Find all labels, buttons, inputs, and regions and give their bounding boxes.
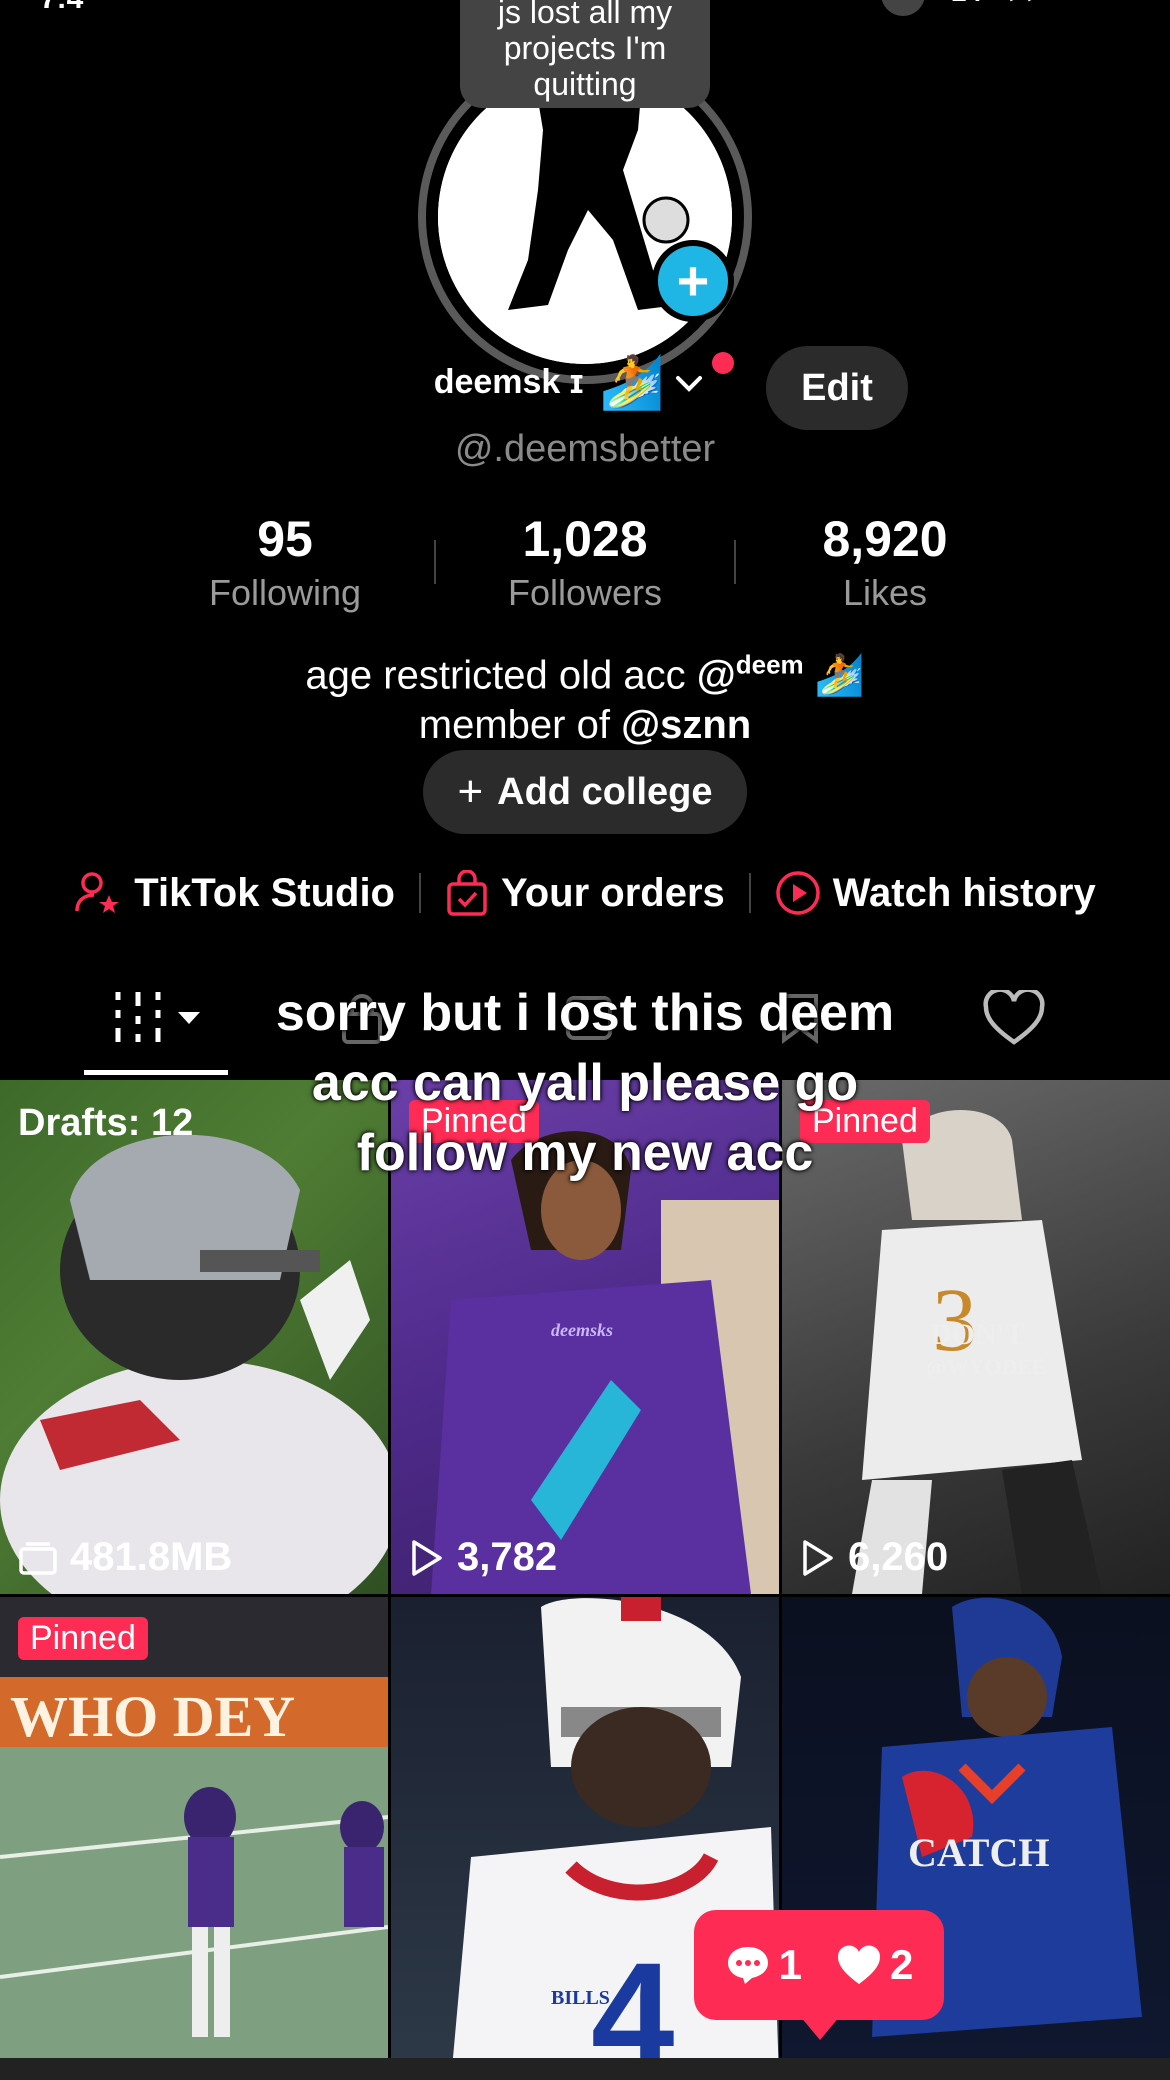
stat-label: Following	[208, 572, 362, 613]
bio-line-1: age restricted old acc @deem 🏄	[0, 640, 1170, 700]
caption-line: follow my new acc	[356, 1124, 814, 1182]
likes-count: 2	[836, 1941, 913, 1989]
stat-likes[interactable]: 8,920 Likes	[735, 510, 1035, 614]
video-tile[interactable]: WHO DEY Pinned	[0, 1597, 388, 2080]
watch-history-link[interactable]: Watch history	[775, 870, 1096, 916]
status-right: 14	[880, 0, 1130, 30]
bio-line-2: member of @sznn	[0, 700, 1170, 750]
views-value: 3,782	[457, 1535, 558, 1579]
divider	[748, 873, 751, 913]
pinned-badge: Pinned	[18, 1617, 148, 1660]
your-orders-link[interactable]: Your orders	[445, 870, 725, 916]
status-count: 14	[951, 0, 982, 8]
tiktok-studio-link[interactable]: TikTok Studio	[74, 871, 395, 916]
add-college-button[interactable]: + Add college	[423, 750, 747, 834]
edit-profile-button[interactable]: Edit	[766, 346, 908, 430]
stat-following[interactable]: 95 Following	[135, 510, 435, 614]
comments-value: 1	[778, 1941, 802, 1988]
profile-bio: age restricted old acc @deem 🏄 member of…	[0, 640, 1170, 750]
overlay-text-line: DON'T	[930, 1318, 1026, 1351]
stat-value: 95	[257, 511, 313, 567]
stat-label: Likes	[842, 572, 928, 613]
draft-size: 481.8MB	[18, 1535, 232, 1580]
overlay-text-line: CATCH	[908, 1830, 1050, 1875]
stat-value: 8,920	[822, 511, 948, 567]
add-story-button[interactable]: +	[652, 240, 734, 322]
play-circle-icon	[776, 871, 820, 915]
bubble-tail	[800, 2016, 840, 2040]
link-label: Your orders	[501, 870, 725, 915]
profile-handle: @.deemsbetter	[454, 428, 716, 470]
divider	[419, 873, 421, 913]
activity-bubble[interactable]: 1 2	[694, 1910, 944, 2020]
size-value: 481.8MB	[70, 1535, 233, 1579]
link-label: Watch history	[832, 870, 1096, 915]
play-icon	[803, 1539, 833, 1576]
view-count: 3,782	[409, 1535, 557, 1580]
jersey-text: BILLS	[551, 1987, 610, 2009]
status-avatar[interactable]	[880, 0, 925, 16]
person-star-icon	[75, 872, 120, 913]
username-row: deemsk ɪ 🏄	[0, 352, 1170, 413]
folder-icon	[19, 1541, 57, 1575]
add-college-label: Add college	[497, 770, 713, 813]
notification-dot	[712, 352, 734, 374]
username[interactable]: deemsk ɪ	[434, 363, 584, 402]
profile-note[interactable]: js lost all my projects I'm quitting	[460, 0, 710, 108]
bio-mention[interactable]: @sznn	[621, 703, 751, 747]
stat-label: Followers	[507, 572, 663, 613]
stat-value: 1,028	[522, 511, 648, 567]
views-value: 6,260	[848, 1535, 949, 1579]
bio-mention[interactable]: @deem	[696, 650, 804, 698]
view-count: 6,260	[800, 1535, 948, 1580]
comments-count: 1	[725, 1941, 802, 1989]
chevron-down-icon[interactable]	[672, 366, 706, 400]
bio-text: age restricted old acc	[305, 653, 697, 698]
thumbnail: WHO DEY	[0, 1597, 388, 2080]
profile-stats: 95 Following 1,028 Followers 8,920 Likes	[0, 510, 1170, 614]
banner-text: WHO DEY	[10, 1684, 296, 1749]
overlay-text-line: @WYODEE	[926, 1354, 1047, 1379]
link-label: TikTok Studio	[134, 870, 395, 915]
bottom-nav-bar[interactable]	[0, 2058, 1170, 2080]
caption-line: sorry but i lost this deem	[275, 984, 895, 1042]
overlay-caption: sorry but i lost this deem acc can yall …	[0, 978, 1170, 1188]
watermark: deemsks	[551, 1320, 613, 1340]
bio-text: member of	[418, 703, 622, 748]
surfer-emoji: 🏄	[599, 354, 665, 412]
comment-icon	[727, 1947, 768, 1984]
stat-followers[interactable]: 1,028 Followers	[434, 510, 736, 614]
play-icon	[412, 1539, 442, 1576]
quick-links: TikTok Studio Your orders Watch history	[0, 870, 1170, 916]
shopping-bag-icon	[447, 870, 487, 916]
bio-emoji: 🏄	[803, 653, 865, 698]
likes-value: 2	[890, 1941, 914, 1988]
stat-divider	[434, 540, 436, 584]
heart-icon	[837, 1945, 881, 1984]
status-time: 7:4	[40, 0, 83, 16]
mention-sup: deem	[735, 650, 804, 680]
video-grid: Drafts: 12 481.8MB deemsks Pinned 3,782	[0, 1080, 1170, 2080]
caption-line: acc can yall please go	[311, 1054, 859, 1112]
plus-icon: +	[457, 767, 484, 816]
mention-at: @	[696, 653, 736, 698]
footprint-icon[interactable]	[1008, 0, 1048, 2]
